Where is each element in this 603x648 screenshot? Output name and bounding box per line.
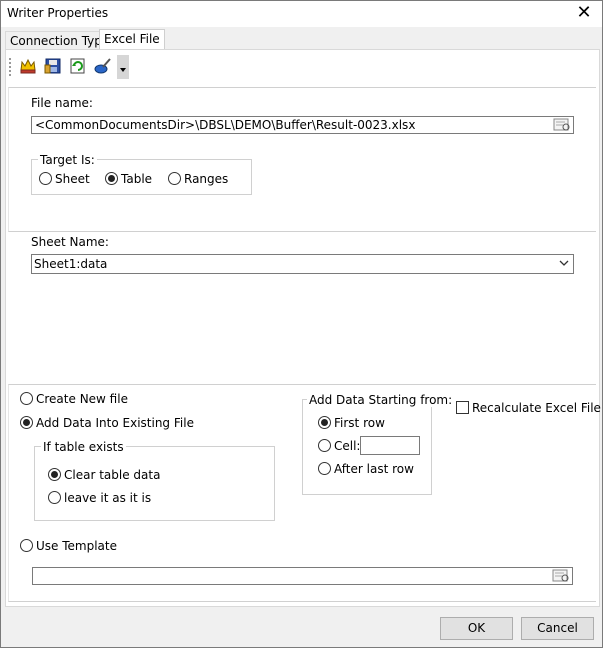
create-new-file-label[interactable]: Create New file: [36, 392, 128, 406]
file-name-field[interactable]: <CommonDocumentsDir>\DBSL\DEMO\Buffer\Re…: [31, 116, 574, 134]
if-table-exists-legend: If table exists: [41, 440, 126, 454]
create-new-file-radio[interactable]: [20, 392, 33, 405]
use-template-radio[interactable]: [20, 539, 33, 552]
clear-table-data-radio[interactable]: [48, 468, 61, 481]
chevron-down-icon: [120, 68, 126, 72]
target-ranges-radio[interactable]: [168, 172, 181, 185]
file-name-label: File name:: [31, 96, 93, 110]
target-table-label[interactable]: Table: [121, 172, 152, 186]
clear-table-data-label[interactable]: Clear table data: [64, 468, 160, 482]
template-path-field[interactable]: [32, 567, 573, 585]
first-row-radio[interactable]: [318, 416, 331, 429]
first-row-label[interactable]: First row: [334, 416, 385, 430]
add-data-start-legend: Add Data Starting from:: [307, 393, 455, 407]
leave-as-is-label[interactable]: leave it as it is: [64, 491, 151, 505]
cell-address-input[interactable]: [360, 436, 420, 455]
target-sheet-radio[interactable]: [39, 172, 52, 185]
ok-button[interactable]: OK: [440, 617, 513, 640]
toolbar: [7, 53, 132, 81]
file-name-value: <CommonDocumentsDir>\DBSL\DEMO\Buffer\Re…: [35, 118, 416, 132]
if-table-exists-group: [34, 446, 275, 521]
tab-excel-file[interactable]: Excel File: [99, 29, 165, 51]
tab-connection-type[interactable]: Connection Type: [5, 31, 115, 51]
cancel-button[interactable]: Cancel: [521, 617, 594, 640]
refresh-icon[interactable]: [69, 57, 89, 77]
target-table-radio[interactable]: [105, 172, 118, 185]
target-ranges-label[interactable]: Ranges: [184, 172, 228, 186]
use-template-label[interactable]: Use Template: [36, 539, 117, 553]
add-data-existing-label[interactable]: Add Data Into Existing File: [36, 416, 194, 430]
browse-file-icon[interactable]: [553, 118, 571, 132]
recalculate-excel-label[interactable]: Recalculate Excel File: [472, 401, 601, 415]
toolbar-grip[interactable]: [9, 58, 11, 76]
crown-icon[interactable]: [19, 57, 39, 77]
sheet-name-select[interactable]: Sheet1:data: [31, 254, 574, 274]
cell-label[interactable]: Cell:: [334, 439, 360, 453]
title-bar: Writer Properties ✕: [1, 1, 602, 27]
close-icon[interactable]: ✕: [574, 3, 594, 23]
add-data-existing-radio[interactable]: [20, 416, 33, 429]
target-is-legend: Target Is:: [38, 153, 97, 167]
brush-icon[interactable]: [94, 57, 114, 77]
cell-radio[interactable]: [318, 439, 331, 452]
chevron-down-icon: [559, 260, 569, 266]
writer-properties-window: Writer Properties ✕ Connection Type Exce…: [0, 0, 603, 648]
after-last-row-label[interactable]: After last row: [334, 462, 414, 476]
browse-template-icon[interactable]: [552, 569, 570, 583]
save-floppy-icon[interactable]: [44, 57, 64, 77]
toolbar-overflow-button[interactable]: [117, 55, 129, 79]
leave-as-is-radio[interactable]: [48, 491, 61, 504]
target-sheet-label[interactable]: Sheet: [55, 172, 90, 186]
after-last-row-radio[interactable]: [318, 462, 331, 475]
window-title: Writer Properties: [7, 6, 109, 20]
sheet-name-label: Sheet Name:: [31, 235, 109, 249]
recalculate-excel-checkbox[interactable]: [456, 401, 469, 414]
sheet-name-value: Sheet1:data: [34, 257, 108, 271]
